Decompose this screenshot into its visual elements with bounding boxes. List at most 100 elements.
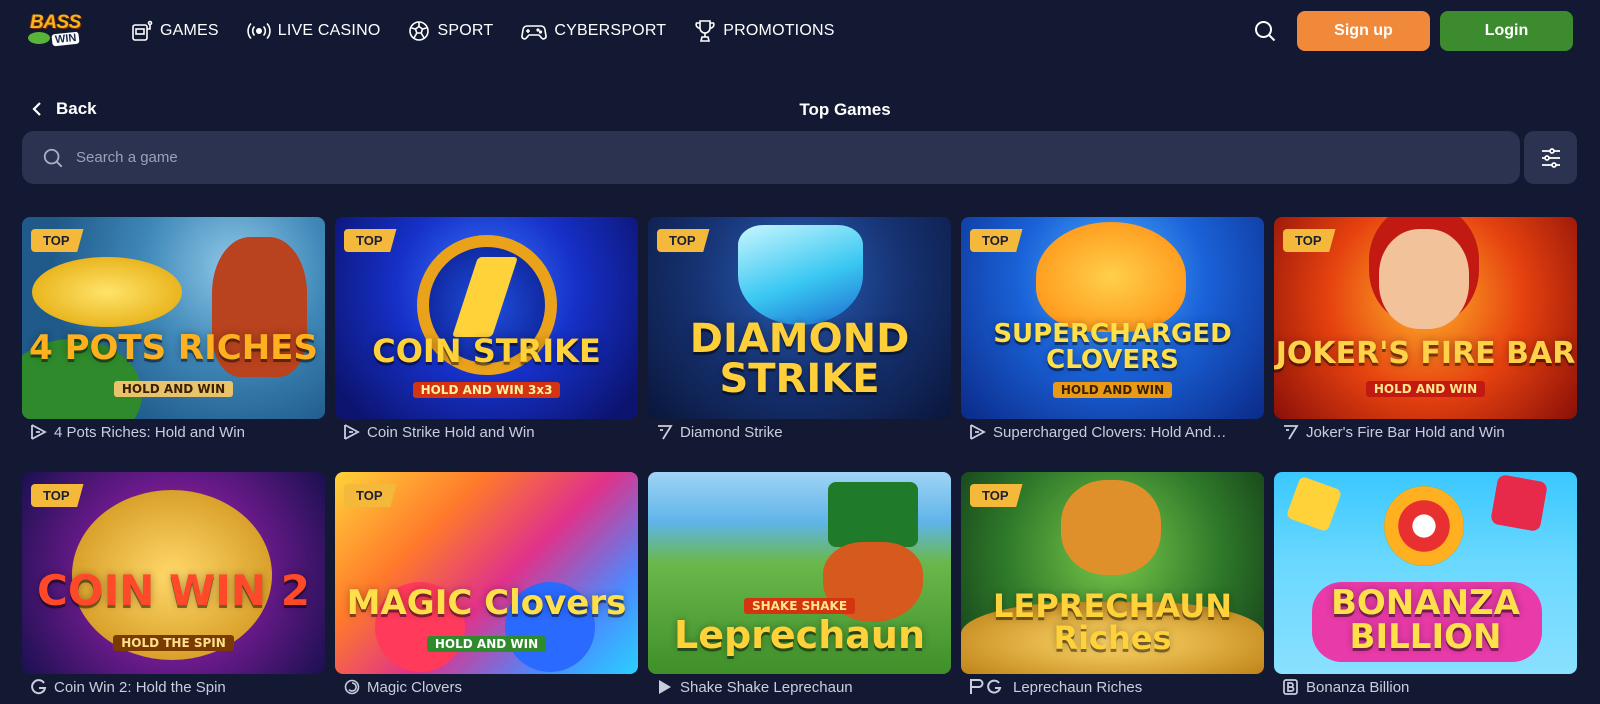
- leprechaun-hat-decoration: [828, 482, 918, 547]
- game-art-title: SUPERCHARGED CLOVERS: [993, 319, 1232, 375]
- game-thumbnail[interactable]: SHAKE SHAKE Leprechaun: [648, 472, 951, 674]
- page-title: Top Games: [799, 100, 891, 119]
- game-title: Supercharged Clovers: Hold And…: [961, 423, 1264, 441]
- login-button[interactable]: Login: [1440, 11, 1573, 51]
- game-art-subtitle: SHAKE SHAKE: [743, 598, 856, 614]
- seven-icon: [656, 423, 676, 441]
- game-name: Diamond Strike: [680, 423, 783, 441]
- search-icon: [43, 148, 63, 167]
- nav-label: PROMOTIONS: [723, 22, 835, 39]
- signup-button[interactable]: Sign up: [1297, 11, 1430, 51]
- clover-icon: [1036, 222, 1186, 332]
- game-art-title: MAGIC Clovers: [346, 583, 627, 623]
- game-art-subtitle: HOLD AND WIN: [1052, 382, 1173, 398]
- red-gem-decoration: [1490, 474, 1548, 532]
- gold-coins-decoration: [32, 257, 182, 327]
- game-title: Coin Strike Hold and Win: [335, 423, 638, 441]
- pg-icon: [969, 678, 1009, 696]
- leprechaun-decoration: [1061, 480, 1161, 575]
- top-badge: TOP: [1283, 229, 1336, 252]
- game-card[interactable]: DIAMOND STRIKE TOP Diamond Strike: [648, 217, 951, 441]
- game-art-title: JOKER'S FIRE BAR: [1275, 336, 1576, 371]
- play-triangle-icon: [30, 423, 50, 441]
- game-card[interactable]: COIN WIN 2 HOLD THE SPIN TOP Coin Win 2:…: [22, 472, 325, 696]
- game-card[interactable]: LEPRECHAUN Riches TOP Leprechaun Riches: [961, 472, 1264, 696]
- diamond-icon: [738, 225, 863, 325]
- nav-label: CYBERSPORT: [554, 22, 667, 39]
- game-thumbnail[interactable]: DIAMOND STRIKE TOP: [648, 217, 951, 419]
- brand-logo-text: BASS: [30, 12, 81, 33]
- game-name: Coin Strike Hold and Win: [367, 423, 535, 441]
- star-gem-decoration: [1285, 475, 1343, 533]
- game-art-subtitle: HOLD AND WIN: [1365, 381, 1486, 397]
- nav-label: SPORT: [437, 22, 494, 39]
- play-icon: [656, 678, 676, 696]
- search-input[interactable]: [76, 149, 1376, 166]
- game-search-bar[interactable]: [22, 131, 1520, 184]
- game-card[interactable]: BONANZA BILLION Bonanza Billion: [1274, 472, 1577, 696]
- nav-item-sport[interactable]: SPORT: [408, 20, 493, 42]
- game-thumbnail[interactable]: COIN WIN 2 HOLD THE SPIN TOP: [22, 472, 325, 674]
- nav-item-games[interactable]: GAMES: [131, 20, 219, 42]
- game-thumbnail[interactable]: JOKER'S FIRE BAR HOLD AND WIN TOP: [1274, 217, 1577, 419]
- nav-item-promotions[interactable]: PROMOTIONS: [694, 19, 834, 43]
- game-art-title: 4 POTS RICHES: [29, 328, 318, 368]
- game-title: Magic Clovers: [335, 678, 638, 696]
- top-header: BASS WIN GAMES LIVE CASINO SPORT CYBERSP…: [0, 0, 1600, 62]
- trophy-icon: [695, 20, 715, 42]
- top-badge: TOP: [970, 229, 1023, 252]
- game-card[interactable]: 4 POTS RICHES HOLD AND WIN TOP 4 Pots Ri…: [22, 217, 325, 441]
- game-art-subtitle: HOLD AND WIN 3x3: [412, 382, 561, 398]
- nav-item-cybersport[interactable]: CYBERSPORT: [521, 20, 666, 42]
- sliders-icon: [1541, 147, 1560, 168]
- game-title: Bonanza Billion: [1274, 678, 1577, 696]
- game-title: Coin Win 2: Hold the Spin: [22, 678, 325, 696]
- game-art-title: Leprechaun: [673, 613, 926, 657]
- game-thumbnail[interactable]: BONANZA BILLION: [1274, 472, 1577, 674]
- game-card[interactable]: SHAKE SHAKE Leprechaun Shake Shake Lepre…: [648, 472, 951, 696]
- brand-logo-subtext: WIN: [51, 31, 80, 47]
- top-badge: TOP: [344, 484, 397, 507]
- b-icon: [1282, 678, 1302, 696]
- play-triangle-icon: [343, 423, 363, 441]
- game-thumbnail[interactable]: LEPRECHAUN Riches TOP: [961, 472, 1264, 674]
- game-card[interactable]: COIN STRIKE HOLD AND WIN 3x3 TOP Coin St…: [335, 217, 638, 441]
- spiral-icon: [343, 678, 363, 696]
- game-card[interactable]: SUPERCHARGED CLOVERS HOLD AND WIN TOP Su…: [961, 217, 1264, 441]
- game-title: Joker's Fire Bar Hold and Win: [1274, 423, 1577, 441]
- search-button[interactable]: [1253, 19, 1277, 43]
- brand-logo[interactable]: BASS WIN: [28, 12, 90, 48]
- nav-label: LIVE CASINO: [277, 22, 381, 39]
- broadcast-icon: [247, 22, 271, 40]
- game-title: Shake Shake Leprechaun: [648, 678, 951, 696]
- game-thumbnail[interactable]: SUPERCHARGED CLOVERS HOLD AND WIN TOP: [961, 217, 1264, 419]
- game-art-title: COIN WIN 2: [37, 566, 310, 615]
- top-badge: TOP: [970, 484, 1023, 507]
- game-name: Bonanza Billion: [1306, 678, 1410, 696]
- search-icon: [1255, 21, 1276, 42]
- gamepad-icon: [521, 25, 548, 40]
- game-name: 4 Pots Riches: Hold and Win: [54, 423, 245, 441]
- game-thumbnail[interactable]: MAGIC Clovers HOLD AND WIN TOP: [335, 472, 638, 674]
- top-badge: TOP: [657, 229, 710, 252]
- game-card[interactable]: JOKER'S FIRE BAR HOLD AND WIN TOP Joker'…: [1274, 217, 1577, 441]
- main-nav: GAMES LIVE CASINO SPORT CYBERSPORT PROMO…: [131, 0, 863, 62]
- game-art-title: COIN STRIKE: [372, 332, 601, 370]
- game-name: Magic Clovers: [367, 678, 463, 696]
- joker-face-decoration: [1379, 229, 1469, 329]
- game-art-title: LEPRECHAUN Riches: [992, 587, 1232, 657]
- game-art-title: DIAMOND STRIKE: [689, 316, 910, 402]
- game-art-title: BONANZA BILLION: [1330, 583, 1520, 657]
- game-name: Leprechaun Riches: [1013, 678, 1143, 696]
- top-badge: TOP: [31, 484, 84, 507]
- game-thumbnail[interactable]: COIN STRIKE HOLD AND WIN 3x3 TOP: [335, 217, 638, 419]
- game-thumbnail[interactable]: 4 POTS RICHES HOLD AND WIN TOP: [22, 217, 325, 419]
- candy-decoration: [1384, 486, 1464, 566]
- nav-item-live-casino[interactable]: LIVE CASINO: [247, 20, 381, 42]
- filter-button[interactable]: [1524, 131, 1577, 184]
- slot-machine-icon: [132, 20, 153, 41]
- top-badge: TOP: [344, 229, 397, 252]
- game-card[interactable]: MAGIC Clovers HOLD AND WIN TOP Magic Clo…: [335, 472, 638, 696]
- game-name: Coin Win 2: Hold the Spin: [54, 678, 226, 696]
- game-name: Supercharged Clovers: Hold And…: [993, 423, 1227, 441]
